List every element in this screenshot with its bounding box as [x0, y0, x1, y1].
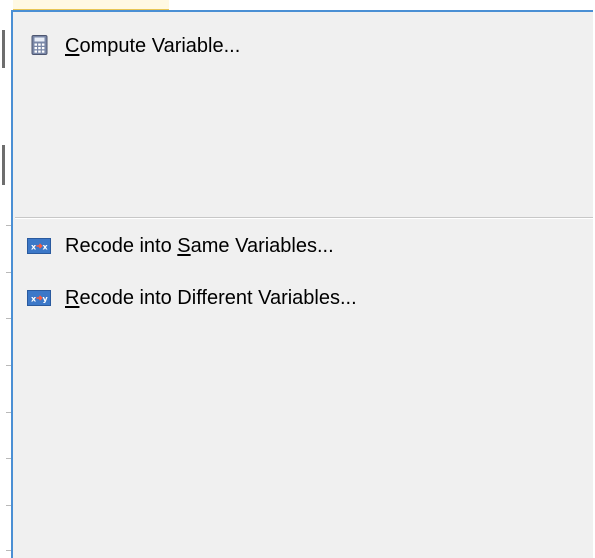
calculator-icon	[31, 35, 48, 55]
menu-item-label: Recode into Different Variables...	[65, 287, 357, 309]
menu-item-recode-same-variables[interactable]: x x Recode into Same Variables...	[13, 224, 593, 268]
menu-item-recode-different-variables[interactable]: x y Recode into Different Variables...	[13, 276, 593, 320]
menu-separator	[15, 217, 593, 219]
recode-same-icon: x x	[27, 238, 51, 254]
menubar-strip	[11, 0, 595, 11]
mnemonic-letter: R	[65, 287, 80, 309]
svg-text:y: y	[43, 295, 49, 304]
svg-text:x: x	[31, 243, 37, 252]
mnemonic-letter: C	[65, 35, 80, 57]
mnemonic-letter: S	[177, 235, 191, 257]
menu-item-label: Compute Variable...	[65, 35, 241, 57]
svg-text:x: x	[43, 243, 49, 252]
background-window-marker	[2, 145, 5, 185]
background-window-marker	[2, 30, 5, 68]
menu-item-label: Recode into Same Variables...	[65, 235, 334, 257]
menu-item-compute-variable[interactable]: Compute Variable...	[13, 24, 593, 68]
background-window-edge	[0, 0, 11, 558]
recode-different-icon: x y	[27, 290, 51, 306]
transform-dropdown-menu: Compute Variable... x x Recode into Same…	[11, 10, 593, 558]
svg-text:x: x	[31, 295, 37, 304]
